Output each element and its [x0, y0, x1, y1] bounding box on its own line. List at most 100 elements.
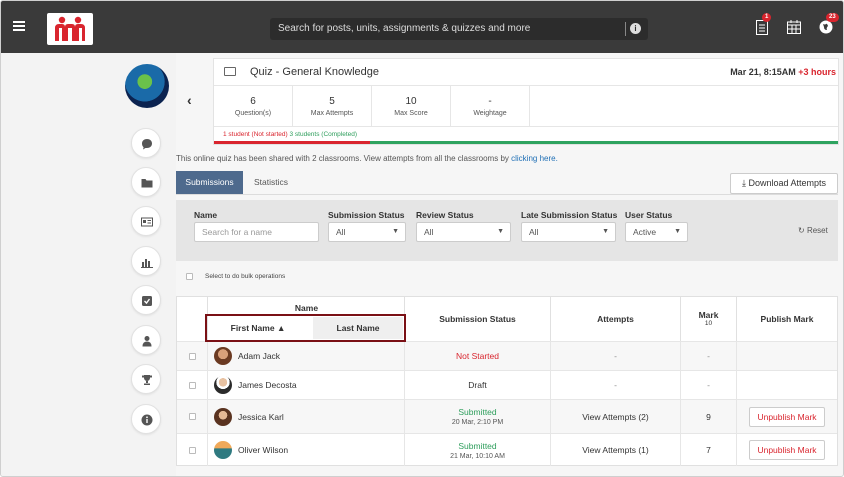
attempts-cell: -: [551, 342, 681, 370]
bulk-checkbox[interactable]: [186, 273, 193, 280]
row-checkbox[interactable]: [188, 446, 196, 454]
app-logo[interactable]: [47, 13, 93, 45]
search-placeholder: Search for posts, units, assignments & q…: [278, 23, 531, 34]
bar-chart-icon: [141, 259, 153, 268]
menu-icon[interactable]: [13, 21, 25, 31]
submission-status-select[interactable]: All ▼: [328, 222, 406, 242]
row-checkbox[interactable]: [188, 413, 196, 420]
mark-cell: -: [681, 342, 737, 370]
user-status-select[interactable]: Active ▼: [625, 222, 688, 242]
completion-progress-bar: [214, 141, 838, 144]
progress-not-started: 1 student (Not started): [223, 131, 288, 138]
sidebar-achievements-button[interactable]: [131, 364, 161, 394]
submission-status: Draft: [405, 371, 551, 399]
notifications-badge: 23: [826, 13, 839, 22]
reset-icon: ↻: [798, 226, 805, 235]
quiz-date-extra: +3 hours: [798, 67, 836, 77]
student-name[interactable]: James Decosta: [238, 380, 297, 390]
id-card-icon: [141, 217, 153, 227]
back-chevron-icon[interactable]: ‹: [187, 92, 192, 108]
progress-completed: 3 students (Completed): [289, 131, 358, 138]
row-checkbox[interactable]: [188, 352, 196, 360]
mark-cell: -: [681, 371, 737, 399]
shared-notice: This online quiz has been shared with 2 …: [176, 154, 558, 163]
tab-submissions[interactable]: Submissions: [176, 171, 243, 194]
sidebar-posts-button[interactable]: [131, 128, 161, 158]
sidebar-folder-button[interactable]: [131, 167, 161, 197]
classroom-avatar[interactable]: [125, 64, 169, 108]
top-bar: Search for posts, units, assignments & q…: [1, 1, 843, 53]
submission-status: Not Started: [405, 342, 551, 370]
select-column-header: [177, 297, 208, 341]
avatar: [214, 407, 232, 426]
late-submission-select[interactable]: All ▼: [521, 222, 616, 242]
chevron-down-icon: ▼: [602, 228, 609, 235]
table-row: James Decosta Draft - -: [177, 370, 837, 399]
late-submission-label: Late Submission Status: [521, 210, 618, 220]
quiz-header-card: Quiz - General Knowledge Mar 21, 8:15AM …: [213, 58, 839, 145]
unpublish-mark-button[interactable]: Unpublish Mark: [749, 406, 825, 427]
tab-statistics[interactable]: Statistics: [254, 177, 288, 187]
attempts-header: Attempts: [551, 297, 681, 341]
sidebar-members-button[interactable]: [131, 325, 161, 355]
student-name[interactable]: Oliver Wilson: [238, 445, 288, 455]
submission-status: Submitted 21 Mar, 10:10 AM: [405, 434, 551, 466]
quiz-title: Quiz - General Knowledge: [250, 66, 380, 78]
mark-header: Mark 10: [681, 297, 737, 341]
bulk-select[interactable]: Select to do bulk operations: [186, 273, 285, 280]
info-icon[interactable]: i: [630, 23, 641, 34]
publish-mark-header: Publish Mark: [760, 314, 814, 324]
row-checkbox[interactable]: [188, 381, 196, 389]
attempts-cell: -: [551, 371, 681, 399]
unpublish-mark-button[interactable]: Unpublish Mark: [749, 440, 825, 460]
quiz-date: Mar 21, 8:15AM +3 hours: [730, 67, 836, 77]
quiz-icon: [224, 67, 236, 76]
app-window: Search for posts, units, assignments & q…: [0, 0, 844, 477]
publish-cell: [737, 371, 837, 399]
user-icon: [142, 336, 152, 347]
assignments-badge: 1: [762, 13, 772, 22]
chat-icon: [142, 139, 152, 150]
stat-max-attempts: 5 Max Attempts: [293, 86, 372, 126]
submission-status: Submitted 20 Mar, 2:10 PM: [405, 400, 551, 433]
annotation-highlight-box: [205, 314, 406, 342]
publish-cell: [737, 342, 837, 370]
student-name[interactable]: Jessica Karl: [238, 412, 284, 422]
name-search-input[interactable]: Search for a name: [194, 222, 319, 242]
name-filter-label: Name: [194, 210, 218, 220]
avatar: [214, 441, 232, 459]
folder-icon: [141, 179, 153, 188]
view-attempts-link[interactable]: View Attempts (1): [551, 434, 681, 466]
student-name[interactable]: Adam Jack: [238, 351, 280, 361]
stat-max-score: 10 Max Score: [372, 86, 451, 126]
sidebar-reports-button[interactable]: [131, 246, 161, 276]
info-circle-icon: [141, 414, 153, 426]
review-status-label: Review Status: [416, 210, 474, 220]
sidebar-tasks-button[interactable]: [131, 285, 161, 315]
progress-summary: 1 student (Not started) 3 students (Comp…: [223, 131, 357, 138]
calendar-icon[interactable]: [787, 20, 801, 35]
table-row: Adam Jack Not Started - -: [177, 341, 837, 370]
clicking-here-link[interactable]: clicking here.: [511, 154, 558, 163]
submission-status-header: Submission Status: [405, 297, 551, 341]
chevron-down-icon: ▼: [497, 228, 504, 235]
global-search-input[interactable]: Search for posts, units, assignments & q…: [270, 18, 648, 40]
quiz-stats: 6 Question(s) 5 Max Attempts 10 Max Score -…: [214, 86, 530, 126]
download-attempts-button[interactable]: ⤓ Download Attempts: [730, 173, 838, 194]
sidebar-info-button[interactable]: [131, 404, 161, 434]
view-attempts-link[interactable]: View Attempts (2): [551, 400, 681, 433]
sidebar-gradebook-button[interactable]: [131, 206, 161, 236]
chevron-down-icon: ▼: [674, 228, 681, 235]
avatar: [214, 376, 232, 394]
trophy-icon: [142, 375, 152, 385]
submission-status-label: Submission Status: [328, 210, 405, 220]
assignments-icon[interactable]: 1: [756, 13, 772, 35]
globe-icon[interactable]: 23: [819, 13, 839, 35]
checkbox-icon: [142, 296, 152, 306]
reset-button[interactable]: ↻ Reset: [798, 226, 828, 235]
mark-cell: 7: [681, 434, 737, 466]
review-status-select[interactable]: All ▼: [416, 222, 511, 242]
download-icon: ⤓: [741, 178, 746, 188]
chevron-down-icon: ▼: [392, 228, 399, 235]
mark-cell: 9: [681, 400, 737, 433]
